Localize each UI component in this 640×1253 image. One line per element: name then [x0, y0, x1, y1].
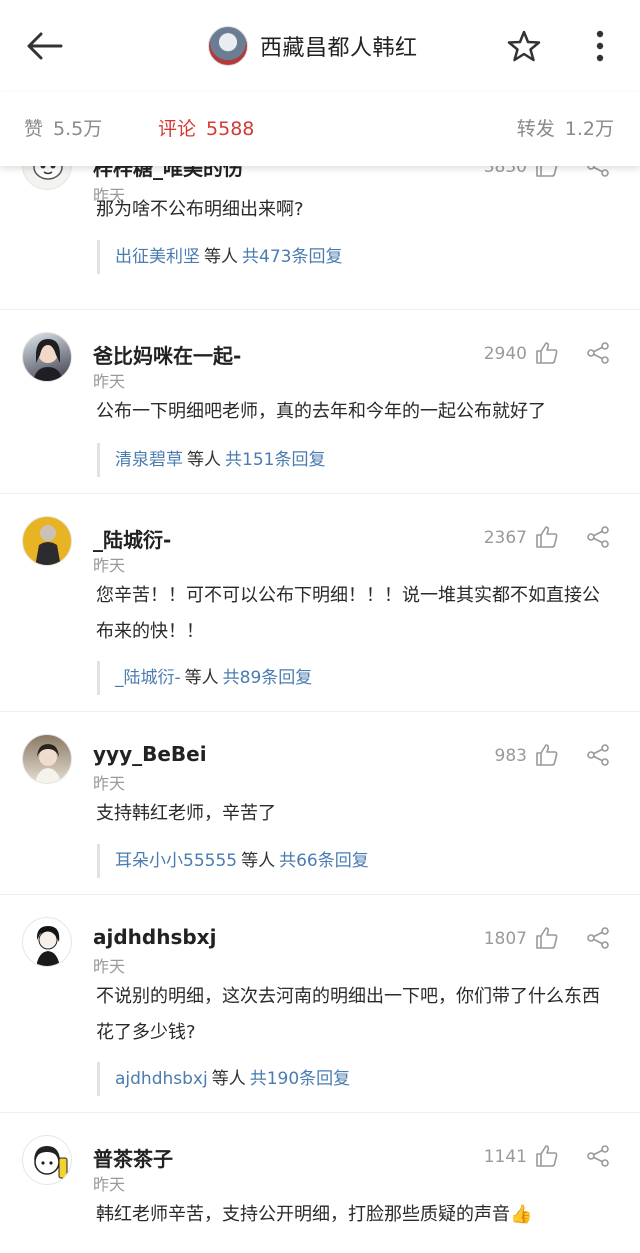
tab-bar: 赞 5.5万 评论 5588 转发 1.2万	[0, 92, 640, 166]
comment-text: 您辛苦！！可不可以公布下明细！！！说一堆其实都不如直接公布来的快！！	[96, 585, 600, 642]
reply-summary[interactable]: 清泉碧草 等人 共151条回复	[97, 443, 325, 477]
top-bar: 西藏昌都人韩红	[0, 0, 640, 92]
comment-text: 那为啥不公布明细出来啊?	[96, 199, 304, 220]
like-count: 1141	[483, 1147, 527, 1167]
reply-summary[interactable]: _陆城衍- 等人 共89条回复	[97, 661, 312, 695]
reply-user-link[interactable]: ajdhdhsbxj	[115, 1069, 208, 1089]
tab-likes-label: 赞	[24, 118, 44, 140]
reply-total-link[interactable]: 共89条回复	[223, 668, 313, 688]
thumbs-up-icon[interactable]	[535, 926, 559, 950]
like-count: 2367	[483, 528, 527, 548]
reply-summary[interactable]: 出征美利坚 等人 共473条回复	[97, 240, 342, 274]
comment-time: 昨天	[93, 556, 126, 575]
reply-user-link[interactable]: 耳朵小小55555	[115, 851, 237, 871]
reply-total-link[interactable]: 共66条回复	[279, 851, 369, 871]
title-group[interactable]: 西藏昌都人韩红	[208, 24, 418, 68]
share-icon[interactable]	[586, 166, 610, 178]
comment-text: 不说别的明细，这次去河南的明细出一下吧，你们带了什么东西花了多少钱?	[96, 986, 600, 1043]
reply-total-link[interactable]: 共473条回复	[242, 247, 342, 267]
like-count: 2940	[483, 344, 527, 364]
reply-user-link[interactable]: 出征美利坚	[115, 247, 200, 267]
comment-item[interactable]: 爸比妈咪在一起- 昨天 2940 公布一下明细吧老师，真的去年和今年的一起公布就…	[0, 310, 640, 494]
reply-mid-text: 等人	[204, 247, 238, 267]
reply-user-link[interactable]: _陆城衍-	[115, 668, 181, 688]
tab-reposts-label: 转发	[516, 118, 555, 140]
like-count: 3830	[483, 166, 527, 177]
user-avatar[interactable]	[22, 166, 72, 190]
tab-comments-count: 5588	[206, 118, 255, 140]
reply-mid-text: 等人	[211, 1069, 246, 1089]
share-icon[interactable]	[586, 341, 610, 365]
tab-reposts-count: 1.2万	[564, 118, 614, 140]
comment-text: 支持韩红老师，辛苦了	[96, 803, 276, 824]
more-vertical-icon	[596, 30, 604, 62]
username[interactable]: 普茶茶子	[93, 1143, 173, 1172]
comment-time: 昨天	[93, 372, 126, 391]
share-icon[interactable]	[586, 926, 610, 950]
comment-item[interactable]: ajdhdhsbxj 昨天 1807 不说别的明细，这次去河南的明细出一下吧，你…	[0, 895, 640, 1113]
username[interactable]: yyy_BeBei	[93, 742, 207, 766]
page-title: 西藏昌都人韩红	[260, 36, 418, 61]
reply-mid-text: 等人	[184, 668, 219, 688]
tab-likes-count: 5.5万	[53, 118, 103, 140]
share-icon[interactable]	[586, 1144, 610, 1168]
username[interactable]: ajdhdhsbxj	[93, 925, 216, 949]
reply-total-link[interactable]: 共151条回复	[225, 450, 325, 470]
comment-time: 昨天	[93, 957, 126, 976]
user-avatar[interactable]	[22, 917, 72, 967]
comment-item[interactable]: 梓梓糖_唯美的伤 昨天 3830 那为啥不公布明细出来啊? 出征美利坚 等人 共47…	[0, 166, 640, 310]
tab-comments[interactable]: 评论 5588	[158, 114, 254, 141]
comment-item[interactable]: _陆城衍- 昨天 2367 您辛苦！！可不可以公布下明细！！！说一堆其实都不如直…	[0, 494, 640, 712]
username[interactable]: 爸比妈咪在一起-	[93, 340, 241, 369]
comment-time: 昨天	[93, 774, 126, 793]
back-button[interactable]	[22, 26, 66, 66]
account-avatar[interactable]	[208, 26, 248, 66]
comment-text: 公布一下明细吧老师，真的去年和今年的一起公布就好了	[96, 401, 546, 422]
like-count: 1807	[483, 929, 527, 949]
tab-comments-label: 评论	[158, 118, 197, 140]
username[interactable]: _陆城衍-	[93, 524, 171, 553]
tab-likes[interactable]: 赞 5.5万	[24, 114, 102, 141]
username[interactable]: 梓梓糖_唯美的伤	[93, 166, 243, 181]
comment-list[interactable]: 梓梓糖_唯美的伤 昨天 3830 那为啥不公布明细出来啊? 出征美利坚 等人 共47…	[0, 166, 640, 1253]
reply-mid-text: 等人	[241, 851, 276, 871]
comment-item[interactable]: 普茶茶子 昨天 1141 韩红老师辛苦，支持公开明细，打脸那些质疑的声音👍	[0, 1113, 640, 1253]
reply-summary[interactable]: 耳朵小小55555 等人 共66条回复	[97, 844, 369, 878]
more-options-button[interactable]	[588, 28, 612, 64]
like-count: 983	[494, 746, 527, 766]
share-icon[interactable]	[586, 525, 610, 549]
share-icon[interactable]	[586, 743, 610, 767]
comment-item[interactable]: yyy_BeBei 昨天 983 支持韩红老师，辛苦了 耳朵小小55555 等人共…	[0, 712, 640, 895]
user-avatar[interactable]	[22, 1135, 72, 1185]
thumbs-up-icon[interactable]	[535, 743, 559, 767]
user-avatar[interactable]	[22, 734, 72, 784]
reply-summary[interactable]: ajdhdhsbxj 等人 共190条回复	[97, 1062, 350, 1096]
thumbs-up-icon[interactable]	[535, 1144, 559, 1168]
favorite-button[interactable]	[506, 28, 542, 64]
comment-text: 韩红老师辛苦，支持公开明细，打脸那些质疑的声音👍	[96, 1204, 533, 1225]
thumbs-up-icon[interactable]	[535, 341, 559, 365]
arrow-left-icon	[27, 32, 63, 60]
tab-reposts[interactable]: 转发 1.2万	[517, 114, 614, 141]
comment-time: 昨天	[93, 1175, 126, 1194]
reply-user-link[interactable]: 清泉碧草	[115, 450, 183, 470]
star-outline-icon	[507, 30, 541, 62]
thumbs-up-icon[interactable]	[535, 166, 559, 178]
reply-mid-text: 等人	[187, 450, 221, 470]
thumbs-up-icon[interactable]	[535, 525, 559, 549]
user-avatar[interactable]	[22, 516, 72, 566]
reply-total-link[interactable]: 共190条回复	[250, 1069, 350, 1089]
user-avatar[interactable]	[22, 332, 72, 382]
